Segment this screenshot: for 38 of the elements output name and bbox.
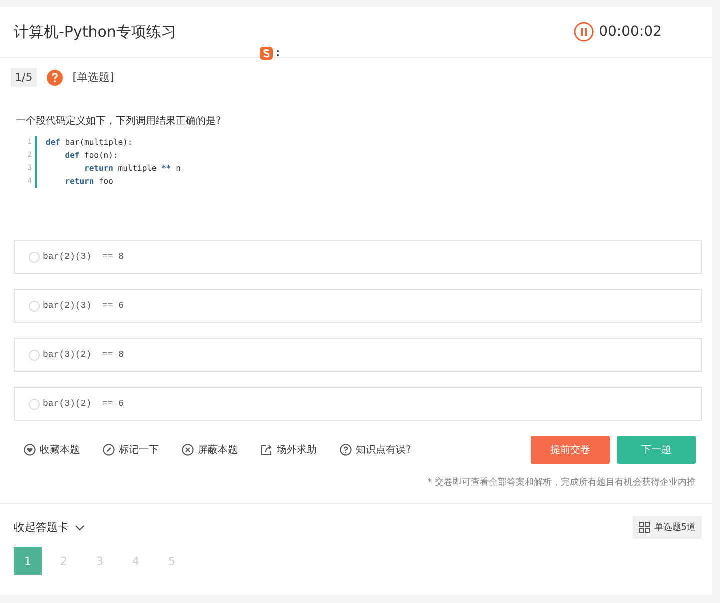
option-text: bar(3)(2) == 8 (43, 350, 124, 360)
radio-button[interactable] (29, 252, 40, 262)
code-line: return foo (64, 176, 114, 188)
pause-icon[interactable] (574, 22, 594, 42)
action-link[interactable]: 标记一下 (103, 443, 159, 457)
question-text: 一个段代码定义如下，下列调用结果正确的是? (16, 114, 222, 128)
answer-option[interactable]: bar(3)(2) == 6 (14, 387, 702, 421)
question-type: [单选题] (72, 70, 114, 85)
option-text: bar(3)(2) == 6 (43, 399, 124, 409)
action-link[interactable]: 收藏本题 (24, 443, 80, 457)
pen-icon (103, 444, 115, 456)
chevron-down-icon (75, 524, 85, 530)
option-text: bar(2)(3) == 6 (43, 301, 124, 311)
code-line: return multiple ** n (84, 163, 181, 175)
action-link[interactable]: 场外求助 (261, 443, 317, 457)
input-method-icon (260, 47, 282, 61)
collapse-toggle[interactable]: 收起答题卡 (14, 520, 85, 535)
radio-button[interactable] (29, 300, 40, 312)
submit-note: * 交卷即可查看全部答案和解析，完成所有题目有机会获得企业内推 (426, 476, 697, 490)
question-index: 1/5 (11, 68, 37, 87)
answer-option[interactable]: bar(3)(2) == 8 (14, 338, 702, 372)
option-text: bar(2)(3) == 8 (43, 252, 124, 262)
code-line: def foo(n): (64, 150, 120, 162)
answer-option[interactable]: bar(2)(3) == 8 (14, 240, 702, 274)
cross-circle-icon (182, 444, 194, 456)
answer-option[interactable]: bar(2)(3) == 6 (14, 289, 702, 323)
question-icon (46, 70, 63, 86)
question-count-text: 单选题5道 (654, 522, 696, 534)
share-icon (261, 444, 273, 456)
code-line: def bar(multiple): (46, 137, 134, 149)
timer-text: 00:00:02 (599, 24, 662, 40)
help-icon (340, 444, 352, 456)
action-link[interactable]: 屏蔽本题 (182, 443, 238, 457)
quiz-title: 计算机-Python专项练习 (14, 22, 176, 42)
radio-button[interactable] (29, 350, 40, 360)
action-link[interactable]: 知识点有误? (340, 443, 412, 457)
grid-icon (639, 522, 650, 533)
radio-button[interactable] (29, 398, 40, 410)
